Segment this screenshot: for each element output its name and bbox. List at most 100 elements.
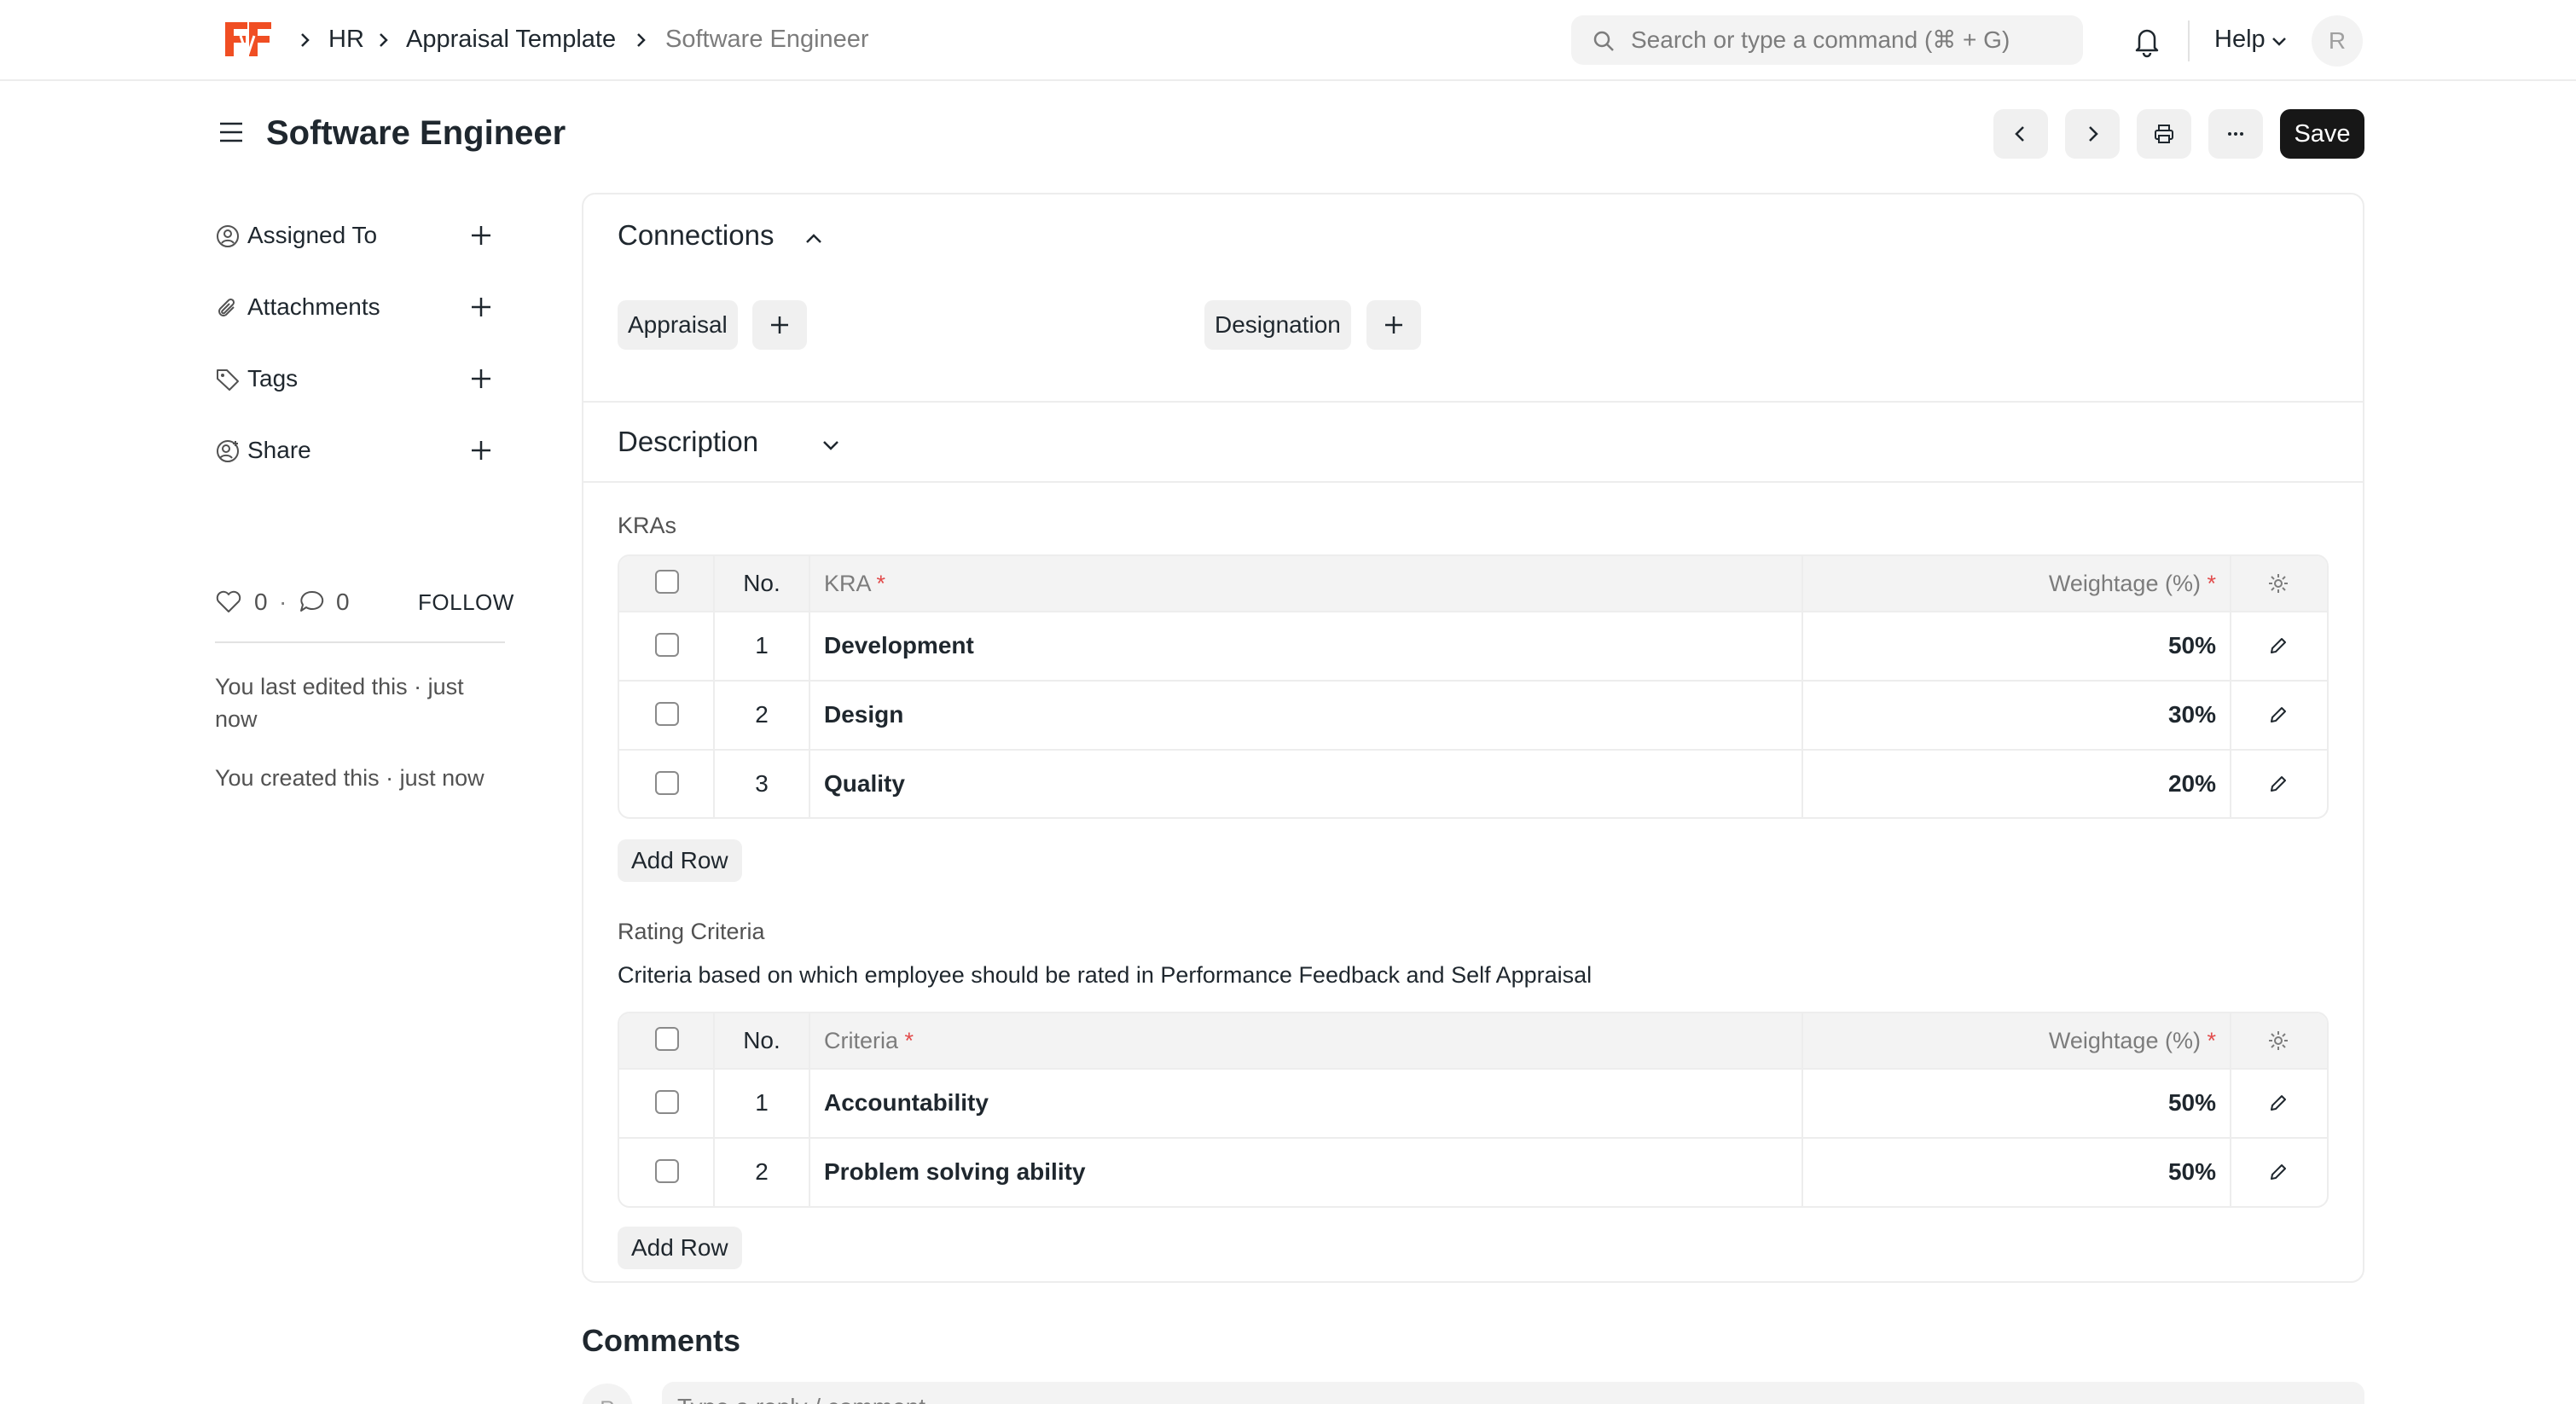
table-header: No. Criteria * Weightage (%) *	[619, 1013, 2327, 1068]
comment-placeholder: Type a reply / comment	[677, 1392, 925, 1404]
search-input[interactable]: Search or type a command (⌘ + G)	[1571, 15, 2083, 65]
sidebar-item-tags[interactable]: Tags	[215, 360, 505, 397]
column-weightage: Weightage (%) *	[2048, 571, 2216, 596]
sidebar-item-share[interactable]: Share	[215, 432, 505, 469]
form-card: Connections Appraisal Designation Descri…	[582, 193, 2364, 1283]
edit-pencil-icon[interactable]	[2267, 773, 2289, 795]
table-row[interactable]: 2 Problem solving ability 50%	[619, 1137, 2327, 1206]
previous-doc-button[interactable]	[1993, 109, 2048, 159]
row-checkbox[interactable]	[655, 1159, 679, 1183]
follow-button[interactable]: FOLLOW	[418, 587, 514, 618]
sidebar-item-assigned-to[interactable]: Assigned To	[215, 217, 505, 254]
column-criteria: Criteria *	[824, 1028, 914, 1053]
help-menu[interactable]: Help	[2214, 24, 2266, 55]
kras-add-row-button[interactable]: Add Row	[618, 839, 742, 882]
criteria-weightage: 50%	[2167, 1158, 2216, 1185]
column-kra: KRA *	[824, 571, 886, 596]
chevron-right-icon	[380, 33, 388, 47]
row-checkbox[interactable]	[655, 1090, 679, 1114]
likes-count: 0	[254, 589, 268, 615]
user-avatar[interactable]: R	[2312, 15, 2363, 67]
section-divider	[583, 481, 2363, 483]
edit-pencil-icon[interactable]	[2267, 1092, 2289, 1114]
table-row[interactable]: 1 Accountability 50%	[619, 1068, 2327, 1137]
row-checkbox[interactable]	[655, 633, 679, 657]
row-number: 1	[755, 1089, 769, 1116]
chevron-up-icon[interactable]	[802, 227, 826, 251]
connection-appraisal[interactable]: Appraisal	[618, 300, 738, 350]
social-stats: 0 · 0 FOLLOW	[215, 585, 513, 619]
chevron-right-icon	[637, 33, 646, 47]
criteria-name: Problem solving ability	[824, 1158, 1086, 1185]
select-all-checkbox[interactable]	[655, 570, 679, 594]
navbar-divider	[2188, 20, 2190, 61]
edit-pencil-icon[interactable]	[2267, 1161, 2289, 1183]
last-edited-info: You last edited this · just now	[215, 674, 464, 732]
rating-criteria-description: Criteria based on which employee should …	[618, 962, 1593, 988]
print-button[interactable]	[2137, 109, 2191, 159]
settings-gear-icon[interactable]	[2267, 1030, 2289, 1052]
plus-icon	[1385, 316, 1402, 334]
printer-icon	[2155, 125, 2173, 143]
chevron-right-icon	[2089, 126, 2098, 142]
sidebar-divider	[215, 641, 505, 643]
plus-icon[interactable]	[469, 438, 493, 462]
search-icon	[1593, 31, 1614, 51]
settings-gear-icon[interactable]	[2267, 572, 2289, 595]
column-weightage: Weightage (%) *	[2048, 1028, 2216, 1053]
edit-pencil-icon[interactable]	[2267, 704, 2289, 726]
table-row[interactable]: 3 Quality 20%	[619, 749, 2327, 817]
search-placeholder: Search or type a command (⌘ + G)	[1631, 26, 2010, 53]
sidebar-item-label: Tags	[247, 365, 299, 392]
comment-icon[interactable]	[299, 589, 326, 614]
comment-input[interactable]: Type a reply / comment	[662, 1382, 2364, 1404]
criteria-weightage: 50%	[2167, 1089, 2216, 1116]
rating-criteria-table: No. Criteria * Weightage (%) * 1 Account…	[618, 1012, 2329, 1208]
paperclip-icon	[218, 298, 235, 316]
section-divider	[583, 401, 2363, 403]
app-logo-icon[interactable]	[222, 19, 273, 60]
breadcrumb-hr[interactable]: HR	[328, 24, 364, 55]
table-row[interactable]: 1 Development 50%	[619, 611, 2327, 680]
select-all-checkbox[interactable]	[655, 1027, 679, 1051]
kra-weightage: 50%	[2167, 632, 2216, 658]
row-number: 1	[755, 632, 769, 658]
save-button[interactable]: Save	[2280, 109, 2364, 159]
kras-label: KRAs	[618, 513, 677, 538]
edit-pencil-icon[interactable]	[2267, 635, 2289, 657]
breadcrumb-appraisal-template[interactable]: Appraisal Template	[406, 24, 616, 55]
page-title: Software Engineer	[266, 114, 566, 152]
row-number: 2	[755, 1158, 769, 1185]
kra-name: Development	[824, 632, 974, 658]
assign-icon	[217, 225, 239, 247]
chevron-down-icon[interactable]	[819, 433, 843, 457]
column-no: No.	[743, 1027, 780, 1053]
plus-icon[interactable]	[469, 367, 493, 391]
kras-table: No. KRA * Weightage (%) * 1 Development …	[618, 554, 2329, 819]
top-navbar: HR Appraisal Template Software Engineer …	[0, 0, 2576, 81]
more-actions-button[interactable]	[2208, 109, 2263, 159]
more-horizontal-icon	[2228, 132, 2243, 136]
row-number: 2	[755, 701, 769, 728]
chevron-down-icon[interactable]	[2269, 31, 2289, 51]
table-row[interactable]: 2 Design 30%	[619, 680, 2327, 749]
notification-bell-icon[interactable]	[2131, 24, 2163, 58]
hamburger-menu-icon[interactable]	[218, 119, 245, 145]
add-designation-button[interactable]	[1366, 300, 1421, 350]
next-doc-button[interactable]	[2065, 109, 2120, 159]
add-appraisal-button[interactable]	[752, 300, 807, 350]
row-checkbox[interactable]	[655, 771, 679, 795]
heart-icon[interactable]	[215, 589, 242, 614]
share-icon	[217, 440, 239, 462]
plus-icon[interactable]	[469, 223, 493, 247]
description-section-title[interactable]: Description	[618, 425, 758, 459]
row-checkbox[interactable]	[655, 702, 679, 726]
connection-designation[interactable]: Designation	[1204, 300, 1351, 350]
sidebar-item-label: Attachments	[247, 293, 380, 320]
criteria-name: Accountability	[824, 1089, 989, 1116]
plus-icon[interactable]	[469, 295, 493, 319]
sidebar-item-label: Assigned To	[247, 222, 378, 248]
rating-criteria-add-row-button[interactable]: Add Row	[618, 1227, 742, 1269]
connections-section-title[interactable]: Connections	[618, 218, 774, 252]
sidebar-item-attachments[interactable]: Attachments	[215, 288, 505, 326]
